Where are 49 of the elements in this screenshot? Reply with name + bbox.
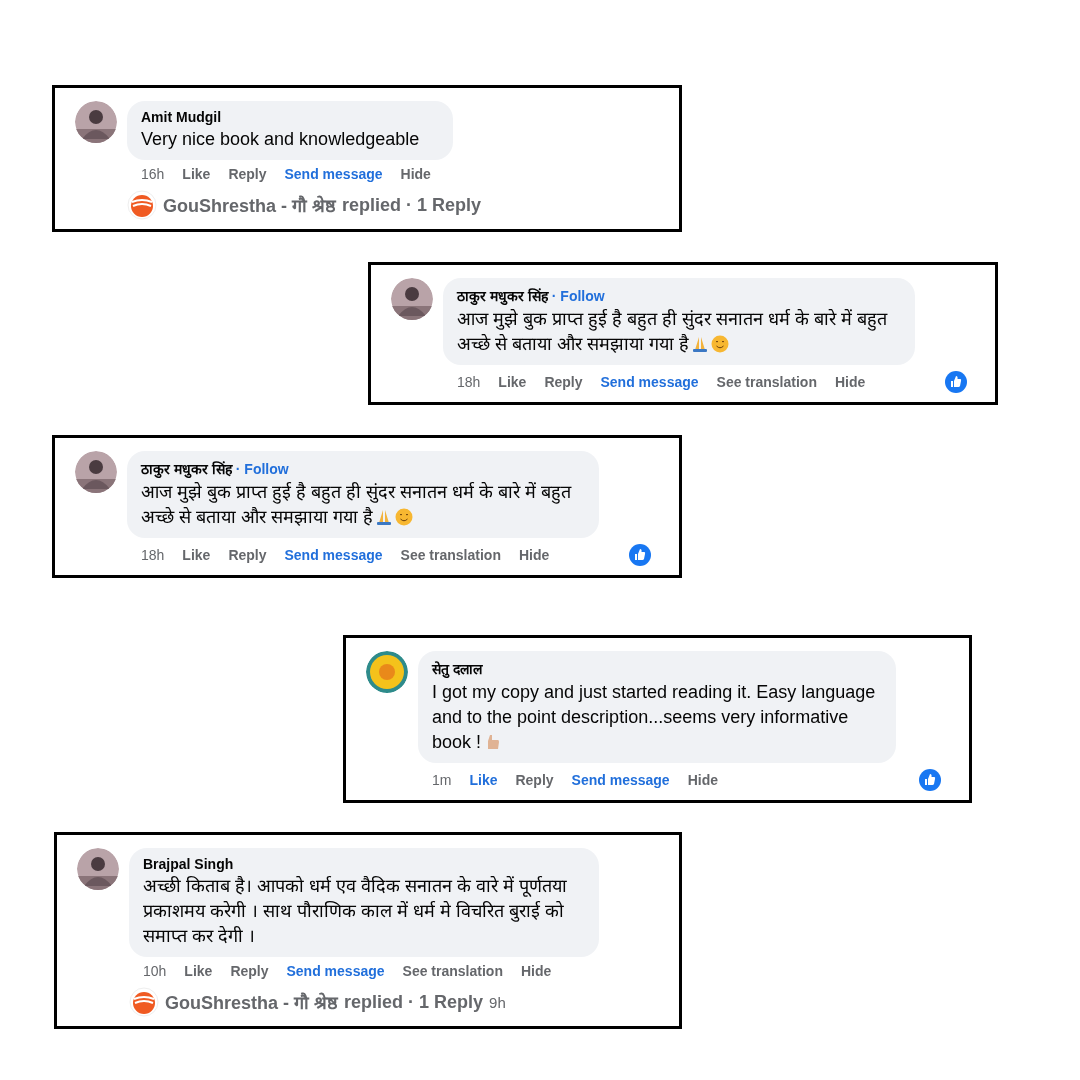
message-button[interactable]: Send message [286, 963, 385, 979]
reply-button[interactable]: Reply [544, 374, 583, 390]
author-name[interactable]: ठाकुर मधुकर सिंह [141, 459, 232, 478]
follow-link[interactable]: · Follow [235, 461, 289, 477]
author-name[interactable]: सेतु दलाल [432, 659, 482, 678]
author-name[interactable]: Amit Mudgil [141, 109, 222, 125]
comment-text: आज मुझे बुक प्राप्त हुई है बहुत ही सुंदर सनातन धर्म के बारे में बहुत अच्छे से बताया और समझाया गया है [141, 481, 573, 529]
reply-button[interactable]: Reply [515, 772, 554, 788]
author-name[interactable]: Brajpal Singh [143, 856, 234, 872]
replies-link[interactable]: replied · 1 Reply [344, 991, 484, 1013]
like-button[interactable]: Like [498, 374, 527, 390]
comment-text: आज मुझे बुक प्राप्त हुई है बहुत ही सुंदर सनातन धर्म के बारे में बहुत अच्छे से बताया और समझाया गया है [457, 308, 889, 356]
smiling-face-icon [711, 335, 729, 353]
hide-button[interactable]: Hide [520, 963, 552, 979]
like-button[interactable]: Like [184, 963, 213, 979]
comment-text: अच्छी किताब है। आपको धर्म एव वैदिक सनातन के वारे में पूर्णतया प्रकाशमय करेगी । साथ पौराणिक काल में धर्म मे विचरित बुराई को समाप्त कर देगी । [143, 875, 568, 948]
timestamp: 18h [457, 374, 481, 390]
like-button[interactable]: Like [182, 166, 211, 182]
hide-button[interactable]: Hide [687, 772, 718, 788]
timestamp: 18h [141, 547, 165, 563]
reply-button[interactable]: Reply [228, 547, 267, 563]
comment-text: I got my copy and just started reading it. Easy language and to the point description...seems very informative book ! [432, 681, 877, 754]
replies-link[interactable]: replied · 1 Reply [342, 194, 482, 216]
timestamp: 16h [141, 166, 165, 182]
translate-button[interactable]: See translation [402, 963, 503, 979]
reply-button[interactable]: Reply [230, 963, 269, 979]
message-button[interactable]: Send message [571, 772, 670, 788]
smiling-face-icon [395, 508, 413, 526]
reply-time: 9h [489, 993, 506, 1011]
follow-link[interactable]: · Follow [551, 288, 605, 304]
translate-button[interactable]: See translation [716, 374, 817, 390]
reply-author[interactable]: GouShrestha - गौ श्रेष्ठ [163, 193, 336, 217]
hide-button[interactable]: Hide [518, 547, 550, 563]
author-name[interactable]: ठाकुर मधुकर सिंह [457, 286, 548, 305]
reply-author-logo [129, 987, 159, 1017]
hide-button[interactable]: Hide [834, 374, 866, 390]
like-button[interactable]: Like [182, 547, 211, 563]
hide-button[interactable]: Hide [400, 166, 431, 182]
message-button[interactable]: Send message [600, 374, 699, 390]
message-button[interactable]: Send message [284, 547, 383, 563]
reply-author-logo [127, 190, 157, 220]
timestamp: 10h [143, 963, 167, 979]
comment-text: Very nice book and knowledgeable [141, 128, 421, 151]
message-button[interactable]: Send message [284, 166, 383, 182]
reply-button[interactable]: Reply [228, 166, 267, 182]
like-button[interactable]: Like [469, 772, 498, 788]
translate-button[interactable]: See translation [400, 547, 501, 563]
timestamp: 1m [432, 772, 452, 788]
reply-author[interactable]: GouShrestha - गौ श्रेष्ठ [165, 990, 338, 1014]
